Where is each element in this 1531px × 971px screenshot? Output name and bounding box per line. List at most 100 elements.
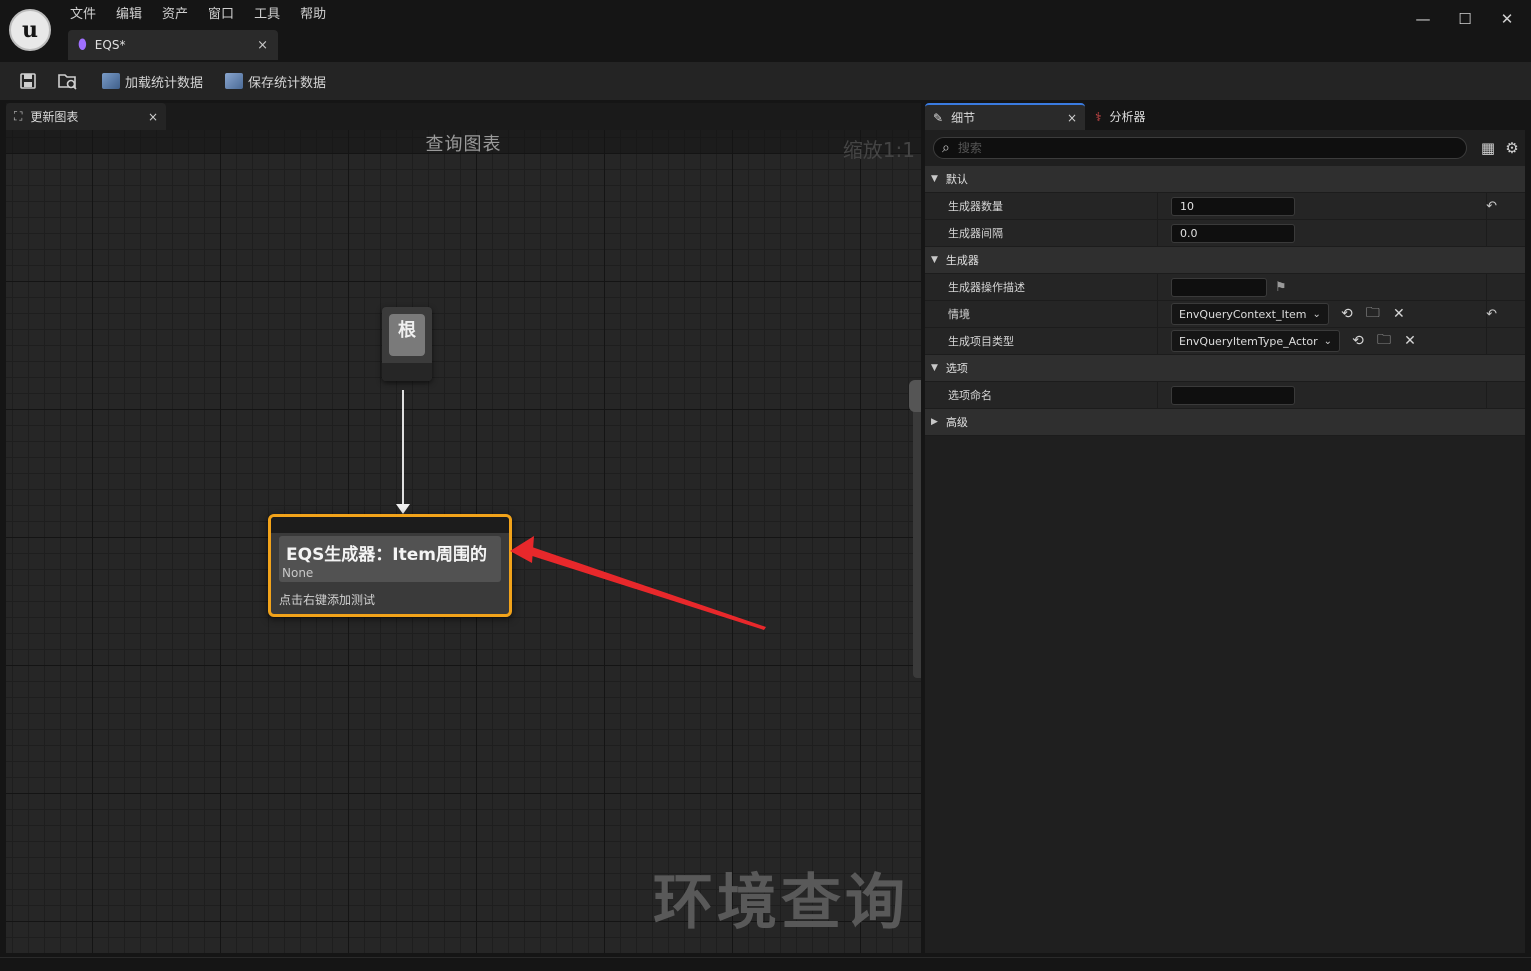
graph-tab-icon: ⛶ (14, 109, 23, 123)
details-search[interactable]: ⌕ (933, 137, 1467, 159)
menu-assets[interactable]: 资产 (152, 5, 198, 25)
profiler-icon: ⚕ (1095, 109, 1102, 124)
property-label: 生成器间隔 (925, 220, 1158, 246)
tab-details[interactable]: ✎ 细节 × (925, 103, 1085, 130)
load-stats-label: 加载统计数据 (125, 75, 204, 91)
property-list: ▼ 默认 生成器数量 10 ↶ 生成器间隔 0.0 ▼ 生成器 生成器操作描述 … (925, 166, 1525, 436)
reset-to-default-icon[interactable]: ↶ (1486, 307, 1497, 322)
graph-edge-arrowhead (396, 504, 410, 514)
browse-folder-icon[interactable]: 🗀 (1365, 302, 1381, 326)
graph-edge (402, 390, 404, 505)
property-label: 情境 (925, 301, 1158, 327)
clear-icon[interactable]: ✕ (1402, 333, 1418, 349)
load-stats-button[interactable]: 加载统计数据 (102, 72, 203, 91)
use-selected-icon[interactable]: ⟲ (1350, 333, 1366, 349)
menu-tools[interactable]: 工具 (244, 5, 290, 25)
tab-profiler-label: 分析器 (1109, 110, 1146, 124)
search-icon: ⌕ (942, 140, 950, 156)
flag-icon[interactable]: ⚑ (1275, 280, 1287, 295)
reset-to-default-icon[interactable]: ↶ (1486, 199, 1497, 214)
item-type-combo[interactable]: EnvQueryItemType_Actor ⌄ (1171, 330, 1341, 352)
save-stats-label: 保存统计数据 (248, 75, 327, 91)
minimize-button[interactable]: — (1408, 8, 1438, 30)
context-combo[interactable]: EnvQueryContext_Item ⌄ (1171, 303, 1329, 325)
property-row: 情境 EnvQueryContext_Item ⌄ ⟲ 🗀 ✕ ↶ (925, 301, 1525, 328)
update-graph-tab-label: 更新图表 (30, 110, 79, 124)
use-selected-icon[interactable]: ⟲ (1339, 306, 1355, 322)
graph-watermark: 环境查询 (653, 868, 909, 938)
maximize-button[interactable]: ☐ (1450, 8, 1480, 30)
property-row: 生成项目类型 EnvQueryItemType_Actor ⌄ ⟲ 🗀 ✕ (925, 328, 1525, 355)
browse-asset-icon[interactable] (56, 69, 80, 93)
close-tab-icon[interactable]: × (1067, 111, 1077, 125)
generator-node-header: EQS生成器：Item周围的 None (279, 536, 501, 582)
category-label: 高级 (945, 416, 968, 429)
generator-count-field[interactable]: 10 (1171, 196, 1295, 216)
browse-folder-icon[interactable]: 🗀 (1376, 329, 1392, 353)
clear-icon[interactable]: ✕ (1391, 306, 1407, 322)
root-node-output-pin[interactable] (382, 363, 432, 381)
category-advanced[interactable]: ▶ 高级 (925, 409, 1525, 436)
save-icon[interactable] (16, 69, 40, 93)
menu-file[interactable]: 文件 (60, 5, 106, 25)
document-tab-eqs[interactable]: ⬮ EQS* × (68, 30, 278, 60)
toolbar: 加载统计数据 保存统计数据 (0, 62, 1531, 100)
menu-bar: 文件 编辑 资产 窗口 工具 帮助 (60, 5, 336, 25)
menu-help[interactable]: 帮助 (290, 5, 336, 25)
menu-edit[interactable]: 编辑 (106, 5, 152, 25)
close-window-button[interactable]: ✕ (1492, 8, 1522, 30)
property-label: 生成器数量 (925, 193, 1158, 219)
title-bar: u 文件 编辑 资产 窗口 工具 帮助 ⬮ EQS* × — ☐ ✕ (0, 0, 1531, 62)
graph-canvas[interactable]: 查询图表 缩放1:1 环境查询 根 EQS生成器：Item周围的 None 点击… (6, 130, 921, 953)
chevron-down-icon: ⌄ (1323, 335, 1333, 347)
generator-node-hint: 点击右键添加测试 (279, 593, 376, 607)
root-node[interactable]: 根 (382, 307, 432, 381)
update-graph-tab[interactable]: ⛶ 更新图表 × (6, 103, 166, 130)
property-label: 生成器操作描述 (925, 274, 1158, 300)
property-row: 生成器间隔 0.0 (925, 220, 1525, 247)
generator-interval-field[interactable]: 0.0 (1171, 223, 1295, 243)
graph-scrollbar[interactable] (913, 380, 921, 678)
save-stats-icon (225, 73, 244, 89)
category-label: 生成器 (945, 254, 979, 267)
save-stats-button[interactable]: 保存统计数据 (225, 72, 326, 91)
annotation-arrow-shaft (526, 546, 766, 630)
tab-details-label: 细节 (951, 111, 976, 125)
property-row: 生成器操作描述 ⚑ (925, 274, 1525, 301)
document-tab-label: EQS* (94, 38, 126, 52)
column-divider (1486, 328, 1487, 354)
chevron-down-icon: ⌄ (1312, 308, 1321, 320)
annotation-arrow-head (510, 536, 534, 563)
tab-profiler[interactable]: ⚕ 分析器 (1087, 103, 1207, 130)
zoom-level: 缩放1:1 (842, 138, 915, 162)
category-default[interactable]: ▼ 默认 (925, 166, 1525, 193)
root-node-label: 根 (389, 314, 425, 356)
menu-window[interactable]: 窗口 (198, 5, 244, 25)
close-tab-icon[interactable]: × (148, 110, 158, 124)
unreal-logo-icon[interactable]: u (9, 9, 51, 51)
column-divider (1486, 382, 1487, 408)
category-generator[interactable]: ▼ 生成器 (925, 247, 1525, 274)
item-type-value: EnvQueryItemType_Actor (1179, 334, 1318, 348)
property-label: 生成项目类型 (925, 328, 1158, 354)
collapse-arrow-icon: ▶ (931, 417, 938, 427)
generator-node-title: EQS生成器：Item周围的 (286, 545, 488, 565)
generator-node[interactable]: EQS生成器：Item周围的 None 点击右键添加测试 (268, 514, 512, 617)
close-tab-icon[interactable]: × (257, 38, 268, 53)
details-panel: ✎ 细节 × ⚕ 分析器 ⌕ ▦ ⚙ ▼ 默认 生成器数量 10 ↶ 生成器间隔… (925, 103, 1525, 953)
generator-node-input-pin[interactable] (271, 517, 509, 533)
context-value: EnvQueryContext_Item (1179, 307, 1307, 321)
option-name-field[interactable] (1171, 385, 1295, 405)
search-input[interactable] (957, 141, 1458, 155)
load-stats-icon (102, 73, 120, 89)
gear-icon[interactable]: ⚙ (1503, 139, 1521, 157)
expand-arrow-icon: ▼ (931, 255, 938, 265)
generator-op-desc-field[interactable] (1171, 277, 1267, 297)
category-options[interactable]: ▼ 选项 (925, 355, 1525, 382)
expand-arrow-icon: ▼ (931, 174, 938, 184)
table-view-icon[interactable]: ▦ (1479, 139, 1497, 157)
property-row: 选项命名 (925, 382, 1525, 409)
category-label: 选项 (945, 362, 968, 375)
graph-scroll-knob[interactable] (909, 380, 921, 412)
property-label: 选项命名 (925, 382, 1158, 408)
